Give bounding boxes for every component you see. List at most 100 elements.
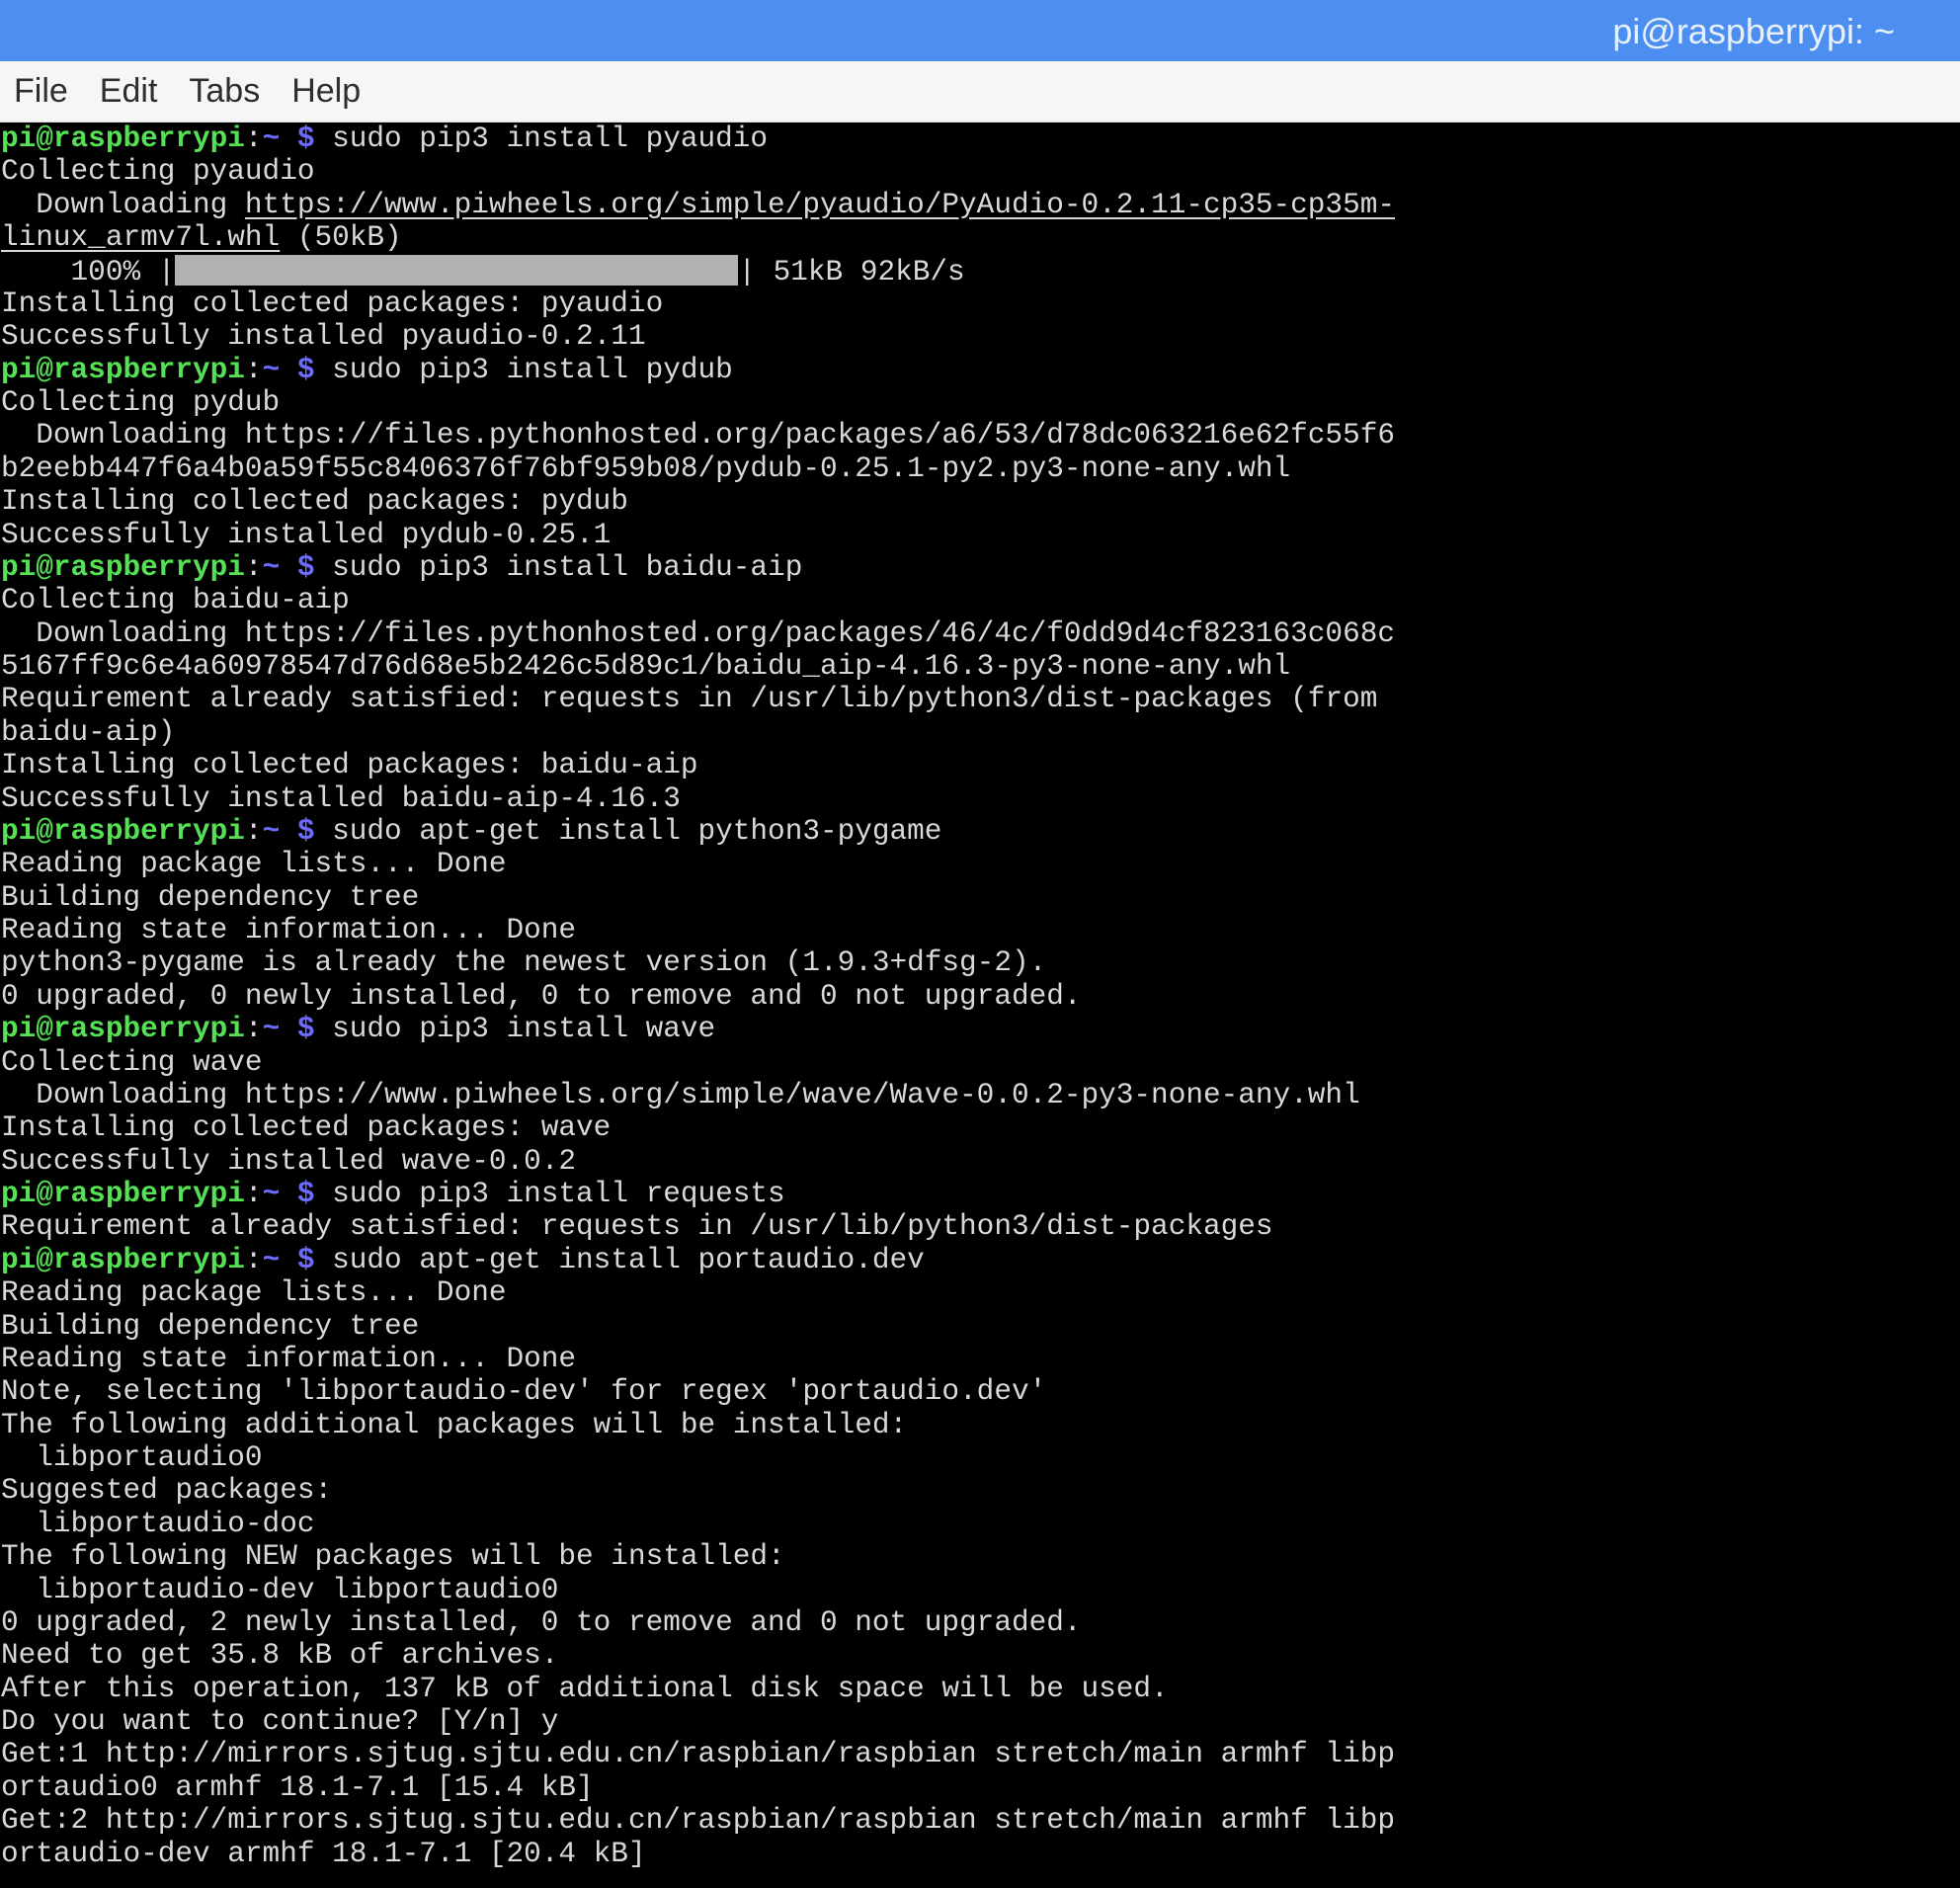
prompt-dir: ~ $ xyxy=(262,814,315,848)
terminal-line: Installing collected packages: pydub xyxy=(1,485,1960,518)
output-text: The following NEW packages will be insta… xyxy=(1,1540,785,1574)
output-text: Downloading https://files.pythonhosted.o… xyxy=(1,419,1395,452)
terminal-line: Successfully installed baidu-aip-4.16.3 xyxy=(1,782,1960,815)
prompt-separator: : xyxy=(244,814,263,848)
menu-tabs[interactable]: Tabs xyxy=(189,72,260,111)
terminal-line: Need to get 35.8 kB of archives. xyxy=(1,1639,1960,1672)
output-text: 5167ff9c6e4a60978547d76d68e5b2426c5d89c1… xyxy=(1,650,1291,683)
output-text: libportaudio-doc xyxy=(1,1507,315,1540)
output-text: Do you want to continue? [Y/n] y xyxy=(1,1705,559,1738)
terminal-line: Collecting wave xyxy=(1,1046,1960,1079)
terminal-line: Building dependency tree xyxy=(1,881,1960,914)
terminal-line: Requirement already satisfied: requests … xyxy=(1,683,1960,715)
prompt-separator: : xyxy=(244,1013,263,1046)
terminal-line: After this operation, 137 kB of addition… xyxy=(1,1673,1960,1705)
terminal-line: linux_armv7l.whl (50kB) xyxy=(1,221,1960,254)
output-text: The following additional packages will b… xyxy=(1,1408,908,1441)
output-text: python3-pygame is already the newest ver… xyxy=(1,946,1047,980)
prompt-separator: : xyxy=(244,550,263,584)
progress-stats: | 51kB 92kB/s xyxy=(738,255,965,288)
output-link: https://www.piwheels.org/simple/pyaudio/… xyxy=(244,188,1395,221)
terminal-line: ortaudio-dev armhf 18.1-7.1 [20.4 kB] xyxy=(1,1838,1960,1870)
terminal-line: Reading state information... Done xyxy=(1,1343,1960,1375)
output-text: Reading state information... Done xyxy=(1,1342,577,1375)
output-text: Building dependency tree xyxy=(1,1309,420,1343)
terminal-line: Get:1 http://mirrors.sjtug.sjtu.edu.cn/r… xyxy=(1,1738,1960,1770)
terminal-line: pi@raspberrypi:~ $ sudo pip3 install wav… xyxy=(1,1013,1960,1045)
output-text: Requirement already satisfied: requests … xyxy=(1,1210,1273,1244)
output-text: Need to get 35.8 kB of archives. xyxy=(1,1639,559,1673)
output-text: Reading state information... Done xyxy=(1,914,577,946)
terminal-line: Reading package lists... Done xyxy=(1,1276,1960,1309)
output-text: Reading package lists... Done xyxy=(1,848,507,881)
terminal-line: 5167ff9c6e4a60978547d76d68e5b2426c5d89c1… xyxy=(1,650,1960,683)
terminal-line: The following additional packages will b… xyxy=(1,1409,1960,1441)
prompt-dir: ~ $ xyxy=(262,353,315,386)
output-text: Collecting pyaudio xyxy=(1,155,315,189)
terminal-line: Installing collected packages: baidu-aip xyxy=(1,749,1960,781)
terminal-line: libportaudio0 xyxy=(1,1441,1960,1474)
output-text: Building dependency tree xyxy=(1,880,420,914)
output-text: Installing collected packages: pydub xyxy=(1,485,628,519)
menu-bar: File Edit Tabs Help xyxy=(0,61,1960,123)
terminal-line: Do you want to continue? [Y/n] y xyxy=(1,1705,1960,1738)
terminal-line: Successfully installed pydub-0.25.1 xyxy=(1,519,1960,551)
output-text: Downloading xyxy=(1,188,245,221)
output-text: b2eebb447f6a4b0a59f55c8406376f76bf959b08… xyxy=(1,451,1291,485)
output-text: After this operation, 137 kB of addition… xyxy=(1,1672,1169,1705)
prompt-user: pi@raspberrypi xyxy=(1,1013,245,1046)
output-text: Collecting baidu-aip xyxy=(1,584,350,617)
terminal-line: Successfully installed wave-0.0.2 xyxy=(1,1145,1960,1178)
terminal-line: Collecting baidu-aip xyxy=(1,584,1960,616)
output-text: Downloading https://files.pythonhosted.o… xyxy=(1,616,1395,650)
terminal-line: b2eebb447f6a4b0a59f55c8406376f76bf959b08… xyxy=(1,452,1960,485)
terminal-line: pi@raspberrypi:~ $ sudo pip3 install pyd… xyxy=(1,354,1960,386)
output-text: Requirement already satisfied: requests … xyxy=(1,683,1378,716)
output-text: Downloading https://www.piwheels.org/sim… xyxy=(1,1078,1360,1111)
terminal-line: Downloading https://www.piwheels.org/sim… xyxy=(1,1079,1960,1111)
command-text: sudo apt-get install portaudio.dev xyxy=(314,1243,925,1276)
terminal-output[interactable]: pi@raspberrypi:~ $ sudo pip3 install pya… xyxy=(0,123,1960,1888)
terminal-line: Suggested packages: xyxy=(1,1474,1960,1507)
output-text: Installing collected packages: baidu-aip xyxy=(1,749,698,782)
menu-help[interactable]: Help xyxy=(291,72,361,111)
output-link: linux_armv7l.whl xyxy=(1,221,281,255)
prompt-user: pi@raspberrypi xyxy=(1,123,245,155)
terminal-line: pi@raspberrypi:~ $ sudo apt-get install … xyxy=(1,1244,1960,1276)
output-text: Collecting pydub xyxy=(1,386,281,419)
terminal-line: ortaudio0 armhf 18.1-7.1 [15.4 kB] xyxy=(1,1771,1960,1804)
terminal-line: The following NEW packages will be insta… xyxy=(1,1540,1960,1573)
output-text: Get:1 http://mirrors.sjtug.sjtu.edu.cn/r… xyxy=(1,1738,1395,1771)
output-text: libportaudio-dev libportaudio0 xyxy=(1,1573,559,1606)
output-text: Successfully installed baidu-aip-4.16.3 xyxy=(1,781,681,815)
terminal-line: pi@raspberrypi:~ $ sudo pip3 install bai… xyxy=(1,551,1960,584)
prompt-separator: : xyxy=(244,1243,263,1276)
output-text: Installing collected packages: wave xyxy=(1,1111,612,1145)
prompt-dir: ~ $ xyxy=(262,1243,315,1276)
prompt-separator: : xyxy=(244,1178,263,1210)
output-text: (50kB) xyxy=(280,221,402,255)
terminal-line: Installing collected packages: wave xyxy=(1,1111,1960,1144)
prompt-user: pi@raspberrypi xyxy=(1,353,245,386)
terminal-line: python3-pygame is already the newest ver… xyxy=(1,946,1960,979)
output-text: 0 upgraded, 2 newly installed, 0 to remo… xyxy=(1,1605,1082,1639)
prompt-user: pi@raspberrypi xyxy=(1,1243,245,1276)
output-text: Installing collected packages: pyaudio xyxy=(1,287,664,320)
terminal-line: pi@raspberrypi:~ $ sudo pip3 install pya… xyxy=(1,123,1960,155)
menu-edit[interactable]: Edit xyxy=(100,72,158,111)
command-text: sudo pip3 install requests xyxy=(314,1178,785,1210)
prompt-dir: ~ $ xyxy=(262,123,315,155)
terminal-line: Reading state information... Done xyxy=(1,914,1960,946)
terminal-line: Downloading https://files.pythonhosted.o… xyxy=(1,617,1960,650)
window-title: pi@raspberrypi: ~ xyxy=(1612,11,1895,51)
output-text: baidu-aip) xyxy=(1,715,176,749)
prompt-dir: ~ $ xyxy=(262,550,315,584)
output-text: Reading package lists... Done xyxy=(1,1276,507,1310)
output-text: Note, selecting 'libportaudio-dev' for r… xyxy=(1,1375,1047,1409)
prompt-user: pi@raspberrypi xyxy=(1,1178,245,1210)
title-bar: pi@raspberrypi: ~ xyxy=(0,0,1960,61)
menu-file[interactable]: File xyxy=(14,72,68,111)
prompt-user: pi@raspberrypi xyxy=(1,814,245,848)
terminal-line: Installing collected packages: pyaudio xyxy=(1,287,1960,320)
prompt-dir: ~ $ xyxy=(262,1178,315,1210)
